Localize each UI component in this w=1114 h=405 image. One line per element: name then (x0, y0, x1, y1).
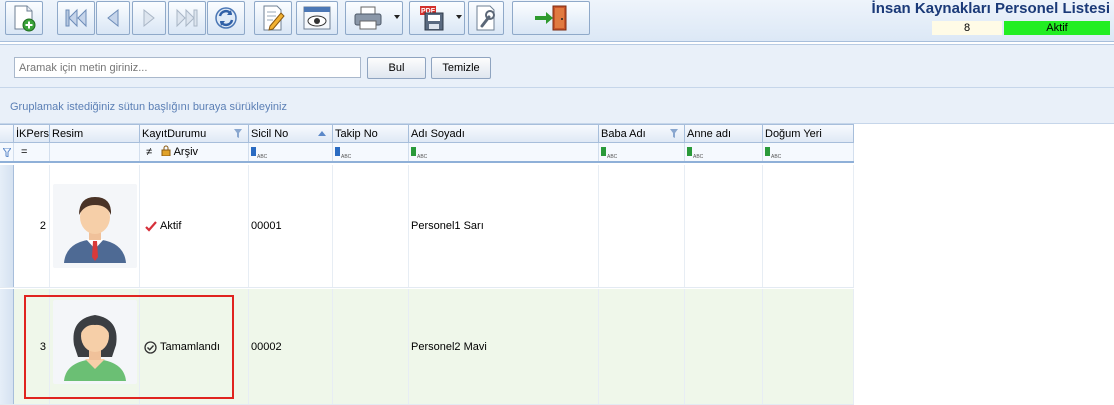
male-avatar-icon (53, 184, 137, 268)
column-header-kayitdurumu-label: KayıtDurumu (142, 128, 207, 140)
next-record-icon (143, 8, 155, 28)
column-header-dogumyeri[interactable]: Doğum Yeri (763, 125, 854, 143)
filter-ikpers[interactable]: = (14, 143, 50, 161)
first-record-icon (65, 8, 87, 28)
row-indicator[interactable] (0, 289, 14, 404)
column-header-babaadi[interactable]: Baba Adı (599, 125, 685, 143)
previous-record-button[interactable] (96, 1, 130, 35)
text-filter-icon: ABC (601, 147, 617, 160)
cell-takipno[interactable] (333, 165, 409, 287)
filter-adisoyadi[interactable]: ABC (409, 143, 599, 161)
header-row-indicator (0, 125, 14, 143)
settings-button[interactable] (468, 1, 504, 35)
row-indicator[interactable] (0, 165, 14, 287)
column-header-kayitdurumu[interactable]: KayıtDurumu (140, 125, 249, 143)
grid-header-row: İKPers Resim KayıtDurumu Sicil No Takip … (0, 124, 854, 143)
cell-sicilno[interactable]: 00001 (249, 165, 333, 287)
filter-babaadi[interactable]: ABC (599, 143, 685, 161)
chevron-down-icon[interactable] (456, 15, 462, 19)
cell-babaadi[interactable] (599, 289, 685, 404)
printer-icon (354, 6, 382, 30)
text-filter-icon: ABC (411, 147, 427, 160)
cell-anneadi[interactable] (685, 289, 763, 404)
cell-babaadi[interactable] (599, 165, 685, 287)
filter-kayitdurumu[interactable]: ≠ Arşiv (140, 143, 249, 161)
group-panel[interactable]: Gruplamak istediğiniz sütun başlığını bu… (0, 88, 1114, 124)
window-title: İnsan Kaynakları Personel Listesi (871, 0, 1110, 17)
first-record-button[interactable] (57, 1, 95, 35)
new-record-button[interactable] (5, 1, 43, 35)
clear-button[interactable]: Temizle (431, 57, 491, 79)
filter-icon[interactable] (234, 129, 242, 138)
cell-dogumyeri[interactable] (763, 165, 854, 287)
search-input[interactable] (14, 57, 361, 78)
cell-dogumyeri[interactable] (763, 289, 854, 404)
grid-empty-area (854, 124, 1114, 405)
find-button[interactable]: Bul (367, 57, 426, 79)
cell-takipno[interactable] (333, 289, 409, 404)
filter-icon (3, 148, 11, 157)
text-filter-icon: ABC (765, 147, 781, 160)
export-pdf-button[interactable]: PDF (409, 1, 465, 35)
next-record-button[interactable] (132, 1, 166, 35)
cell-anneadi[interactable] (685, 165, 763, 287)
new-document-icon (14, 5, 36, 32)
exit-button[interactable] (512, 1, 590, 35)
filter-row-indicator (0, 143, 14, 161)
previous-record-icon (107, 8, 119, 28)
preview-icon (303, 6, 331, 30)
cell-ikpers[interactable]: 2 (14, 165, 50, 287)
search-panel: Bul Temizle (0, 44, 1114, 88)
filter-operator-not-equals: ≠ (146, 146, 153, 158)
filter-icon[interactable] (670, 129, 678, 138)
toolbar: PDF İnsan Kaynakları Personel Listesi 8 … (0, 0, 1114, 42)
column-header-anneadi[interactable]: Anne adı (685, 125, 763, 143)
edit-button[interactable] (254, 1, 292, 35)
cell-adisoyadi[interactable]: Personel1 Sarı (409, 165, 599, 287)
group-hint: Gruplamak istediğiniz sütun başlığını bu… (10, 101, 287, 113)
edit-icon (263, 5, 285, 31)
print-button[interactable] (345, 1, 403, 35)
cell-kayitdurumu[interactable]: Aktif (140, 165, 249, 287)
column-header-sicilno-label: Sicil No (251, 128, 289, 140)
app-window: PDF İnsan Kaynakları Personel Listesi 8 … (0, 0, 1114, 405)
exit-door-icon (535, 5, 567, 31)
column-header-adisoyadi[interactable]: Adı Soyadı (409, 125, 599, 143)
text-filter-icon: ABC (687, 147, 703, 160)
column-header-sicilno[interactable]: Sicil No (249, 125, 333, 143)
text-filter-icon: ABC (251, 147, 267, 160)
status-badge: Aktif (1004, 21, 1110, 35)
preview-button[interactable] (296, 1, 338, 35)
pdf-export-icon: PDF (420, 6, 444, 31)
last-record-button[interactable] (168, 1, 206, 35)
column-header-takipno[interactable]: Takip No (333, 125, 409, 143)
filter-sicilno[interactable]: ABC (249, 143, 333, 161)
refresh-icon (215, 7, 237, 29)
filter-operator-equals: = (21, 146, 28, 158)
cell-sicilno[interactable]: 00002 (249, 289, 333, 404)
wrench-icon (476, 5, 495, 31)
cell-adisoyadi[interactable]: Personel2 Mavi (409, 289, 599, 404)
auto-filter-row: = ≠ Arşiv ABC ABC ABC ABC ABC ABC (0, 143, 854, 163)
lock-icon (161, 145, 171, 157)
last-record-icon (176, 8, 198, 28)
record-count: 8 (932, 21, 1002, 35)
column-header-resim[interactable]: Resim (50, 125, 140, 143)
cell-resim[interactable] (50, 165, 140, 287)
filter-anneadi[interactable]: ABC (685, 143, 763, 161)
refresh-button[interactable] (207, 1, 245, 35)
column-header-ikpers[interactable]: İKPers (14, 125, 50, 143)
text-filter-icon: ABC (335, 147, 351, 160)
table-row[interactable]: 2 Aktif 00001 Personel1 Sarı (0, 165, 854, 288)
checkmark-icon (145, 221, 157, 232)
highlight-annotation (24, 295, 234, 399)
filter-resim[interactable] (50, 143, 140, 161)
column-header-babaadi-label: Baba Adı (601, 128, 646, 140)
filter-value-arsiv: Arşiv (173, 146, 199, 158)
chevron-down-icon[interactable] (394, 15, 400, 19)
sort-ascending-icon (318, 131, 326, 136)
filter-takipno[interactable]: ABC (333, 143, 409, 161)
filter-dogumyeri[interactable]: ABC (763, 143, 854, 161)
